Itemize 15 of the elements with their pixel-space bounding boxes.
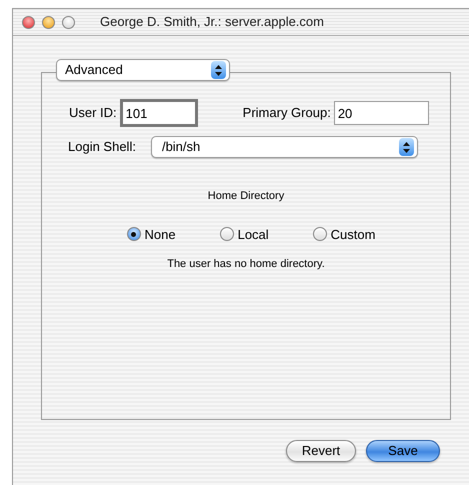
radio-button[interactable]: Local [220, 224, 269, 244]
push-button[interactable]: Save [366, 440, 440, 462]
field-label: User ID: [69, 104, 117, 122]
status-message: The user has no home directory. [167, 257, 325, 272]
text-field[interactable]: 20 [334, 101, 429, 125]
field-label: Primary Group: [242, 104, 331, 122]
push-button[interactable]: Revert [286, 440, 356, 462]
login-shell-popup[interactable]: /bin/sh [150, 136, 418, 158]
field-label: Login Shell: [68, 138, 136, 156]
text-field[interactable]: 101 [120, 99, 198, 127]
radio-button[interactable]: None [126, 224, 176, 244]
window-title: George D. Smith, Jr.: server.apple.com [100, 13, 324, 32]
view-popup[interactable]: Advanced [56, 59, 230, 81]
section-heading: Home Directory [208, 189, 284, 204]
radio-button[interactable]: Custom [312, 224, 376, 244]
